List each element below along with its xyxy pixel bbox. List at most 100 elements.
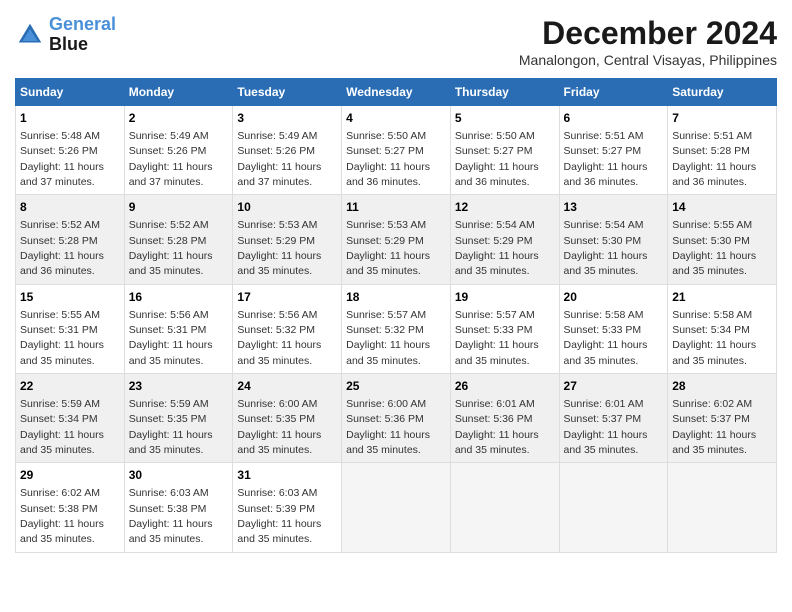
- day-info: Sunrise: 5:50 AMSunset: 5:27 PMDaylight:…: [455, 130, 539, 188]
- day-info: Sunrise: 5:53 AMSunset: 5:29 PMDaylight:…: [237, 219, 321, 277]
- calendar-cell: [450, 463, 559, 552]
- day-number: 17: [237, 289, 337, 306]
- calendar-body: 1 Sunrise: 5:48 AMSunset: 5:26 PMDaylight…: [16, 106, 777, 553]
- day-info: Sunrise: 5:51 AMSunset: 5:28 PMDaylight:…: [672, 130, 756, 188]
- day-info: Sunrise: 6:03 AMSunset: 5:39 PMDaylight:…: [237, 487, 321, 545]
- calendar-week-3: 15 Sunrise: 5:55 AMSunset: 5:31 PMDayligh…: [16, 284, 777, 373]
- day-info: Sunrise: 5:58 AMSunset: 5:33 PMDaylight:…: [564, 309, 648, 367]
- day-number: 20: [564, 289, 664, 306]
- day-number: 11: [346, 199, 446, 216]
- day-number: 1: [20, 110, 120, 127]
- day-info: Sunrise: 5:59 AMSunset: 5:35 PMDaylight:…: [129, 398, 213, 456]
- day-number: 5: [455, 110, 555, 127]
- day-number: 9: [129, 199, 229, 216]
- day-info: Sunrise: 5:52 AMSunset: 5:28 PMDaylight:…: [20, 219, 104, 277]
- calendar-week-2: 8Sunrise: 5:52 AMSunset: 5:28 PMDaylight…: [16, 195, 777, 284]
- calendar-cell: 5 Sunrise: 5:50 AMSunset: 5:27 PMDaylight…: [450, 106, 559, 195]
- day-info: Sunrise: 5:48 AMSunset: 5:26 PMDaylight:…: [20, 130, 104, 188]
- day-info: Sunrise: 5:59 AMSunset: 5:34 PMDaylight:…: [20, 398, 104, 456]
- day-info: Sunrise: 6:02 AMSunset: 5:37 PMDaylight:…: [672, 398, 756, 456]
- calendar-cell: 16 Sunrise: 5:56 AMSunset: 5:31 PMDayligh…: [124, 284, 233, 373]
- header-saturday: Saturday: [668, 79, 777, 106]
- subtitle: Manalongon, Central Visayas, Philippines: [519, 52, 777, 68]
- day-number: 24: [237, 378, 337, 395]
- day-number: 14: [672, 199, 772, 216]
- day-number: 27: [564, 378, 664, 395]
- day-number: 4: [346, 110, 446, 127]
- day-number: 31: [237, 467, 337, 484]
- day-number: 12: [455, 199, 555, 216]
- calendar-cell: 6 Sunrise: 5:51 AMSunset: 5:27 PMDaylight…: [559, 106, 668, 195]
- header-monday: Monday: [124, 79, 233, 106]
- header-row: Sunday Monday Tuesday Wednesday Thursday…: [16, 79, 777, 106]
- day-info: Sunrise: 5:57 AMSunset: 5:33 PMDaylight:…: [455, 309, 539, 367]
- header-tuesday: Tuesday: [233, 79, 342, 106]
- calendar-cell: 11 Sunrise: 5:53 AMSunset: 5:29 PMDayligh…: [342, 195, 451, 284]
- day-number: 22: [20, 378, 120, 395]
- day-info: Sunrise: 6:01 AMSunset: 5:37 PMDaylight:…: [564, 398, 648, 456]
- day-info: Sunrise: 5:53 AMSunset: 5:29 PMDaylight:…: [346, 219, 430, 277]
- calendar-cell: 9 Sunrise: 5:52 AMSunset: 5:28 PMDaylight…: [124, 195, 233, 284]
- day-number: 16: [129, 289, 229, 306]
- page-header: General Blue December 2024 Manalongon, C…: [15, 15, 777, 68]
- calendar-cell: 21Sunrise: 5:58 AMSunset: 5:34 PMDayligh…: [668, 284, 777, 373]
- day-number: 25: [346, 378, 446, 395]
- calendar-cell: 14 Sunrise: 5:55 AMSunset: 5:30 PMDayligh…: [668, 195, 777, 284]
- calendar-cell: 29Sunrise: 6:02 AMSunset: 5:38 PMDayligh…: [16, 463, 125, 552]
- day-number: 15: [20, 289, 120, 306]
- day-number: 26: [455, 378, 555, 395]
- calendar-cell: 19 Sunrise: 5:57 AMSunset: 5:33 PMDayligh…: [450, 284, 559, 373]
- calendar-cell: 22 Sunrise: 5:59 AMSunset: 5:34 PMDayligh…: [16, 374, 125, 463]
- logo-text: General Blue: [49, 15, 116, 55]
- calendar-cell: 18Sunrise: 5:57 AMSunset: 5:32 PMDayligh…: [342, 284, 451, 373]
- day-number: 10: [237, 199, 337, 216]
- day-info: Sunrise: 5:55 AMSunset: 5:30 PMDaylight:…: [672, 219, 756, 277]
- calendar-cell: [342, 463, 451, 552]
- calendar-cell: 25Sunrise: 6:00 AMSunset: 5:36 PMDayligh…: [342, 374, 451, 463]
- calendar-cell: 17Sunrise: 5:56 AMSunset: 5:32 PMDayligh…: [233, 284, 342, 373]
- day-info: Sunrise: 5:52 AMSunset: 5:28 PMDaylight:…: [129, 219, 213, 277]
- calendar-week-1: 1 Sunrise: 5:48 AMSunset: 5:26 PMDaylight…: [16, 106, 777, 195]
- calendar-cell: 23 Sunrise: 5:59 AMSunset: 5:35 PMDayligh…: [124, 374, 233, 463]
- day-info: Sunrise: 6:01 AMSunset: 5:36 PMDaylight:…: [455, 398, 539, 456]
- day-number: 19: [455, 289, 555, 306]
- calendar-cell: 8Sunrise: 5:52 AMSunset: 5:28 PMDaylight…: [16, 195, 125, 284]
- day-number: 18: [346, 289, 446, 306]
- calendar-cell: 28Sunrise: 6:02 AMSunset: 5:37 PMDayligh…: [668, 374, 777, 463]
- day-number: 6: [564, 110, 664, 127]
- calendar-header: Sunday Monday Tuesday Wednesday Thursday…: [16, 79, 777, 106]
- calendar-cell: 30Sunrise: 6:03 AMSunset: 5:38 PMDayligh…: [124, 463, 233, 552]
- calendar-cell: [559, 463, 668, 552]
- calendar-cell: 3Sunrise: 5:49 AMSunset: 5:26 PMDaylight…: [233, 106, 342, 195]
- calendar-cell: 20 Sunrise: 5:58 AMSunset: 5:33 PMDayligh…: [559, 284, 668, 373]
- calendar-cell: 2 Sunrise: 5:49 AMSunset: 5:26 PMDaylight…: [124, 106, 233, 195]
- day-number: 3: [237, 110, 337, 127]
- day-info: Sunrise: 5:49 AMSunset: 5:26 PMDaylight:…: [129, 130, 213, 188]
- header-friday: Friday: [559, 79, 668, 106]
- day-number: 13: [564, 199, 664, 216]
- main-title: December 2024: [519, 15, 777, 52]
- calendar-cell: 26 Sunrise: 6:01 AMSunset: 5:36 PMDayligh…: [450, 374, 559, 463]
- header-wednesday: Wednesday: [342, 79, 451, 106]
- calendar-cell: 10 Sunrise: 5:53 AMSunset: 5:29 PMDayligh…: [233, 195, 342, 284]
- calendar-cell: 1 Sunrise: 5:48 AMSunset: 5:26 PMDaylight…: [16, 106, 125, 195]
- day-info: Sunrise: 5:56 AMSunset: 5:31 PMDaylight:…: [129, 309, 213, 367]
- day-number: 7: [672, 110, 772, 127]
- calendar-cell: 7 Sunrise: 5:51 AMSunset: 5:28 PMDaylight…: [668, 106, 777, 195]
- day-info: Sunrise: 5:54 AMSunset: 5:29 PMDaylight:…: [455, 219, 539, 277]
- calendar-week-5: 29Sunrise: 6:02 AMSunset: 5:38 PMDayligh…: [16, 463, 777, 552]
- calendar-cell: 31 Sunrise: 6:03 AMSunset: 5:39 PMDayligh…: [233, 463, 342, 552]
- day-info: Sunrise: 5:51 AMSunset: 5:27 PMDaylight:…: [564, 130, 648, 188]
- day-info: Sunrise: 5:55 AMSunset: 5:31 PMDaylight:…: [20, 309, 104, 367]
- logo-icon: [15, 20, 45, 50]
- day-info: Sunrise: 5:50 AMSunset: 5:27 PMDaylight:…: [346, 130, 430, 188]
- calendar-table: Sunday Monday Tuesday Wednesday Thursday…: [15, 78, 777, 553]
- day-number: 29: [20, 467, 120, 484]
- day-info: Sunrise: 5:58 AMSunset: 5:34 PMDaylight:…: [672, 309, 756, 367]
- header-sunday: Sunday: [16, 79, 125, 106]
- calendar-week-4: 22 Sunrise: 5:59 AMSunset: 5:34 PMDayligh…: [16, 374, 777, 463]
- calendar-cell: 4 Sunrise: 5:50 AMSunset: 5:27 PMDaylight…: [342, 106, 451, 195]
- day-number: 23: [129, 378, 229, 395]
- day-number: 2: [129, 110, 229, 127]
- calendar-cell: 15 Sunrise: 5:55 AMSunset: 5:31 PMDayligh…: [16, 284, 125, 373]
